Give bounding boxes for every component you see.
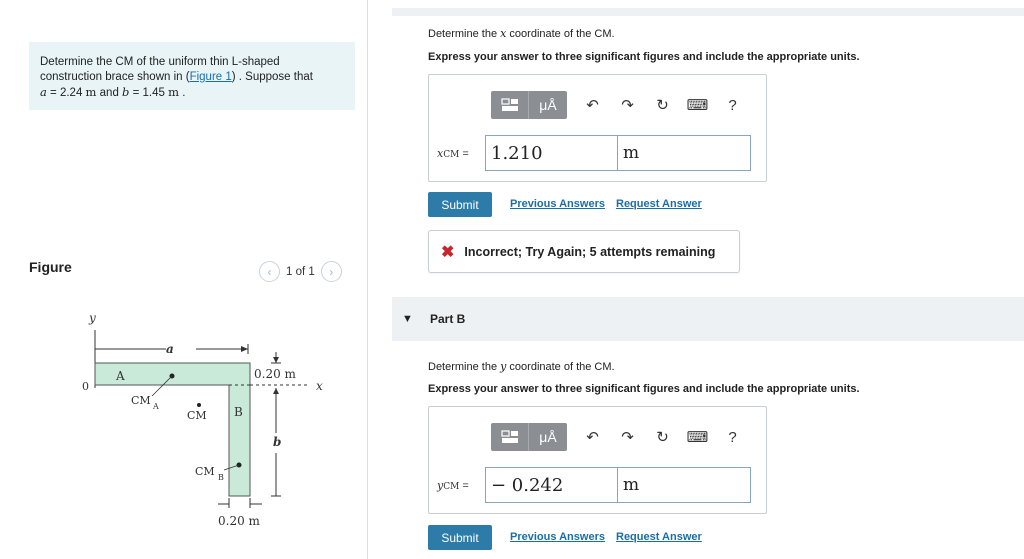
l-brace-figure: y 0 a x A CM A CM B CM B 0.20 m b 0.20 m: [82, 311, 323, 528]
help-button[interactable]: ?: [715, 91, 750, 119]
problem-end: .: [179, 87, 186, 99]
pager-text: 1 of 1: [286, 265, 315, 278]
origin-label: 0: [82, 380, 89, 393]
help-button[interactable]: ?: [715, 423, 750, 451]
x-mark-icon: ✖: [441, 243, 455, 261]
reset-icon[interactable]: ↻: [645, 91, 680, 119]
problem-text-2: ) . Suppose that: [231, 71, 313, 83]
part-b-answer-label: yCM =: [437, 479, 485, 492]
problem-statement: Determine the CM of the uniform thin L-s…: [29, 42, 355, 110]
b-unit: m: [168, 85, 179, 99]
dim-a-arrow: [241, 346, 248, 352]
part-a-question-pre: Determine the: [428, 28, 501, 40]
part-a-label-eq: =: [459, 147, 469, 160]
keyboard-icon[interactable]: ⌨: [680, 423, 715, 451]
figure-link[interactable]: Figure 1: [190, 71, 232, 83]
and-word: and: [96, 87, 123, 99]
thick-top-arrow: [273, 357, 279, 363]
figure-heading: Figure: [29, 259, 72, 275]
y-axis-label: y: [88, 311, 96, 325]
thickness-top-label: 0.20 m: [254, 367, 297, 381]
keyboard-icon[interactable]: ⌨: [680, 91, 715, 119]
part-a-value-input[interactable]: 1.210: [485, 135, 618, 171]
part-b-answer-box: μÅ ↶ ↷ ↻ ⌨ ? yCM = − 0.242 m: [428, 406, 767, 514]
part-a-question-post: coordinate of the CM.: [506, 28, 615, 40]
part-a-submit-button[interactable]: Submit: [428, 192, 492, 217]
cm-b-subscript: B: [218, 473, 224, 482]
right-panel: Determine the x coordinate of the CM. Ex…: [378, 0, 1024, 559]
part-b-label-eq: =: [459, 479, 469, 492]
dim-b-arrow: [273, 388, 279, 394]
collapse-triangle-icon[interactable]: ▼: [402, 313, 430, 325]
part-a-question: Determine the x coordinate of the CM.: [428, 27, 615, 40]
part-a-answer-label: xCM =: [437, 147, 485, 160]
cm-label: CM: [187, 409, 207, 422]
part-b-question-post: coordinate of the CM.: [506, 361, 615, 373]
dim-b-label: b: [273, 435, 281, 449]
redo-icon[interactable]: ↷: [610, 91, 645, 119]
part-a-label-sub: CM: [443, 149, 460, 160]
undo-icon[interactable]: ↶: [575, 91, 610, 119]
part-b-unit-input[interactable]: m: [618, 467, 751, 503]
cm-dot: [197, 403, 201, 407]
part-a-feedback-text: Incorrect; Try Again; 5 attempts remaini…: [464, 244, 716, 259]
part-a-previous-answers-link[interactable]: Previous Answers: [510, 198, 605, 210]
part-a-toolbar-group: μÅ: [491, 91, 567, 119]
part-b-label-sub: CM: [443, 481, 460, 492]
templates-icon[interactable]: [491, 423, 529, 451]
part-b-request-answer-link[interactable]: Request Answer: [616, 531, 702, 543]
part-a-unit-input[interactable]: m: [618, 135, 751, 171]
chevron-left-icon[interactable]: ‹: [259, 261, 280, 282]
templates-icon[interactable]: [491, 91, 529, 119]
redo-icon[interactable]: ↷: [610, 423, 645, 451]
units-button[interactable]: μÅ: [529, 91, 567, 119]
cm-b-label: CM: [195, 465, 215, 478]
part-b-value-input[interactable]: − 0.242: [485, 467, 618, 503]
part-b-instruction: Express your answer to three significant…: [428, 383, 860, 395]
part-a-instruction: Express your answer to three significant…: [428, 51, 860, 63]
part-b-answer-row: yCM = − 0.242 m: [437, 467, 751, 503]
cm-a-subscript: A: [152, 402, 159, 411]
chevron-right-icon[interactable]: ›: [320, 261, 342, 282]
dim-a-label: a: [166, 342, 174, 356]
part-b-previous-answers-link[interactable]: Previous Answers: [510, 531, 605, 543]
part-a-feedback: ✖ Incorrect; Try Again; 5 attempts remai…: [428, 230, 740, 273]
left-panel: Determine the CM of the uniform thin L-s…: [0, 0, 368, 559]
var-a: a: [40, 85, 47, 99]
part-b-title: Part B: [430, 312, 466, 326]
part-a-request-answer-link[interactable]: Request Answer: [616, 198, 702, 210]
part-b-toolbar: μÅ ↶ ↷ ↻ ⌨ ?: [491, 423, 750, 451]
point-a-label: A: [115, 369, 125, 383]
part-b-question-pre: Determine the: [428, 361, 501, 373]
cm-a-label: CM: [131, 394, 151, 407]
b-value: = 1.45: [129, 87, 169, 99]
part-b-toolbar-group: μÅ: [491, 423, 567, 451]
thickness-bottom-label: 0.20 m: [218, 514, 261, 528]
part-a-answer-row: xCM = 1.210 m: [437, 135, 751, 171]
top-divider: [392, 8, 1024, 16]
point-b-label: B: [234, 405, 243, 419]
figure-pager: ‹ 1 of 1 ›: [259, 261, 342, 282]
part-b-header[interactable]: ▼ Part B: [392, 297, 1024, 341]
undo-icon[interactable]: ↶: [575, 423, 610, 451]
part-b-question: Determine the y coordinate of the CM.: [428, 360, 615, 373]
a-unit: m: [85, 85, 97, 99]
part-a-answer-box: μÅ ↶ ↷ ↻ ⌨ ? xCM = 1.210 m: [428, 74, 767, 182]
units-button[interactable]: μÅ: [529, 423, 567, 451]
part-a-toolbar: μÅ ↶ ↷ ↻ ⌨ ?: [491, 91, 750, 119]
reset-icon[interactable]: ↻: [645, 423, 680, 451]
a-value: = 2.24: [46, 87, 86, 99]
part-b-submit-button[interactable]: Submit: [428, 525, 492, 550]
x-axis-label: x: [316, 379, 323, 393]
